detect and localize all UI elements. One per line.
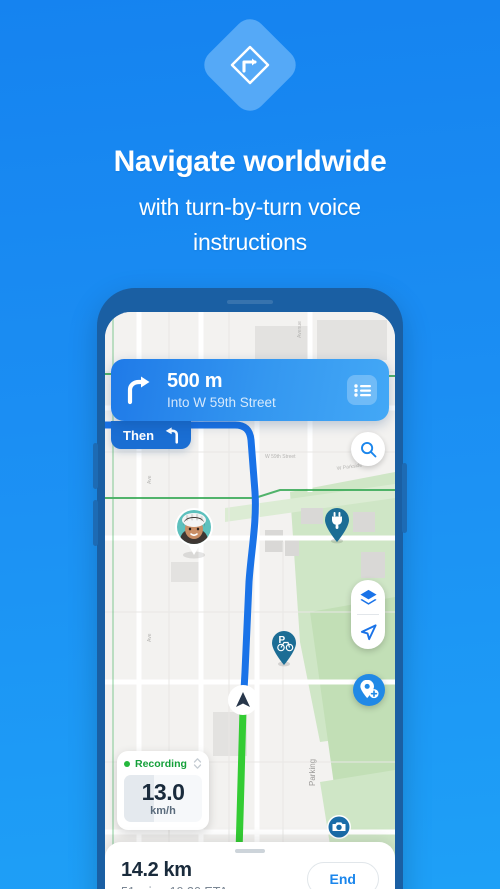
turn-left-arrow-icon bbox=[165, 426, 179, 444]
current-position-marker[interactable] bbox=[227, 684, 259, 721]
sheet-drag-handle[interactable] bbox=[235, 849, 265, 853]
user-avatar-pin[interactable] bbox=[171, 505, 217, 566]
phone-volume-up-button[interactable] bbox=[93, 443, 98, 489]
map-search-button[interactable] bbox=[351, 432, 385, 466]
app-logo bbox=[0, 12, 500, 118]
turn-right-diamond-logo-icon bbox=[230, 45, 270, 85]
add-place-button[interactable] bbox=[353, 674, 385, 706]
layers-icon bbox=[359, 589, 377, 605]
recording-dot-icon bbox=[124, 760, 130, 767]
phone-power-button[interactable] bbox=[402, 463, 407, 533]
trip-distance: 14.2 km bbox=[121, 859, 192, 881]
speed-unit: km/h bbox=[150, 805, 176, 817]
svg-text:W 59th Street: W 59th Street bbox=[265, 454, 296, 460]
bike-parking-pin[interactable]: P bbox=[269, 630, 299, 673]
phone-speaker-grille bbox=[227, 300, 273, 304]
parking-bike-icon: P bbox=[272, 631, 296, 667]
search-icon bbox=[360, 441, 376, 457]
page-subtitle-line1: with turn-by-turn voice bbox=[139, 194, 361, 220]
trip-summary: 14.2 km 51 min · 19:30 ETA bbox=[121, 851, 307, 889]
phone-volume-down-button[interactable] bbox=[93, 500, 98, 546]
page-title: Navigate worldwide bbox=[113, 145, 387, 178]
maneuver-icon-wrap bbox=[111, 375, 167, 405]
speed-recording-widget[interactable]: Recording 13.0 km/h bbox=[117, 751, 209, 830]
map-street-label: Parking bbox=[308, 759, 317, 786]
navigation-chevron-icon bbox=[228, 685, 258, 715]
then-label: Then bbox=[123, 427, 155, 443]
headline-block: Navigate worldwide with turn-by-turn voi… bbox=[0, 143, 500, 260]
phone-mockup: Avenue W 59th Street W Parkside Ave Ave … bbox=[93, 288, 407, 889]
map-control-pill bbox=[351, 580, 385, 649]
map-locate-button[interactable] bbox=[351, 615, 385, 649]
end-navigation-button[interactable]: End bbox=[306, 862, 379, 889]
maneuver-street: Into W 59th Street bbox=[167, 394, 276, 410]
turn-right-arrow-icon bbox=[127, 376, 150, 405]
ev-charging-pin[interactable] bbox=[322, 507, 352, 550]
page-subtitle-line2: instructions bbox=[193, 229, 307, 255]
maneuver-distance: 500 m bbox=[167, 370, 223, 393]
add-place-pin-icon bbox=[360, 680, 379, 699]
trip-eta: 51 min · 19:30 ETA bbox=[121, 885, 307, 889]
svg-text:Ave: Ave bbox=[147, 475, 153, 484]
chevron-updown-icon[interactable] bbox=[193, 757, 202, 770]
navigation-text: 500 m Into W 59th Street bbox=[167, 370, 347, 410]
speed-readout: 13.0 km/h bbox=[124, 775, 202, 822]
page-subtitle: with turn-by-turn voice instructions bbox=[0, 190, 500, 260]
plug-icon bbox=[325, 508, 349, 544]
street-view-pin[interactable] bbox=[326, 814, 352, 845]
cyclist-avatar-icon bbox=[175, 508, 213, 559]
recording-row: Recording bbox=[124, 757, 202, 770]
list-icon bbox=[353, 383, 371, 397]
recording-label: Recording bbox=[135, 757, 187, 770]
route-steps-button[interactable] bbox=[347, 375, 377, 405]
map-layers-button[interactable] bbox=[351, 580, 385, 614]
phone-screen: Avenue W 59th Street W Parkside Ave Ave … bbox=[105, 312, 395, 889]
trip-bottom-sheet[interactable]: 14.2 km 51 min · 19:30 ETA End bbox=[105, 842, 395, 889]
camera-icon bbox=[327, 815, 351, 839]
speed-value: 13.0 bbox=[141, 779, 185, 805]
navigation-arrow-icon bbox=[360, 623, 377, 640]
then-maneuver-badge: Then bbox=[111, 421, 192, 449]
logo-diamond-shape bbox=[197, 12, 303, 118]
navigation-banner[interactable]: 500 m Into W 59th Street bbox=[111, 359, 389, 421]
svg-text:Ave: Ave bbox=[147, 633, 153, 642]
svg-text:Avenue: Avenue bbox=[297, 321, 303, 338]
